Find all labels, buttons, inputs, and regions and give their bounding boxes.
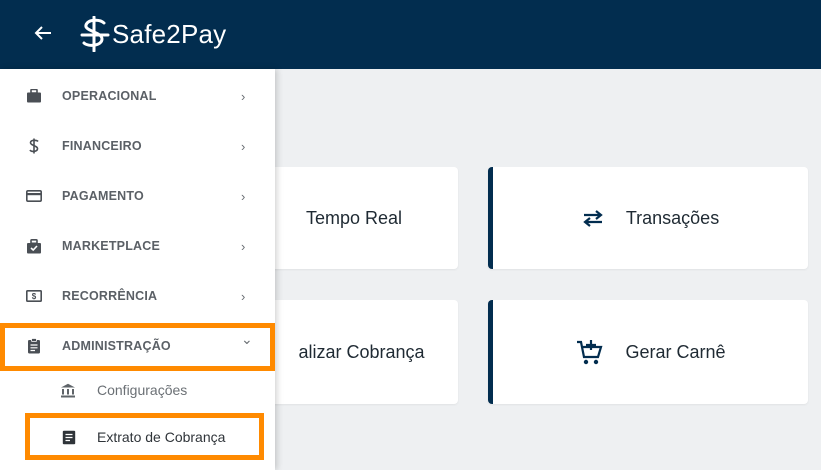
credit-card-icon xyxy=(26,188,42,204)
brand-logo[interactable]: Safe2Pay xyxy=(80,16,226,52)
money-icon: $ xyxy=(26,288,42,304)
chevron-right-icon: › xyxy=(241,188,246,204)
document-icon xyxy=(61,429,77,445)
bank-icon xyxy=(60,382,76,398)
sidebar-item-financeiro[interactable]: FINANCEIRO › xyxy=(0,121,275,171)
sidebar-subitem-configuracoes[interactable]: Configurações xyxy=(0,367,275,413)
sidebar-item-label: MARKETPLACE xyxy=(62,239,161,253)
chevron-right-icon: › xyxy=(241,138,246,154)
card-label: Gerar Carnê xyxy=(625,341,726,362)
svg-text:$: $ xyxy=(32,292,37,301)
clipboard-icon xyxy=(26,338,42,354)
chevron-right-icon: › xyxy=(241,88,246,104)
chevron-right-icon: › xyxy=(241,288,246,304)
sidebar-item-label: PAGAMENTO xyxy=(62,189,144,203)
sidebar-item-pagamento[interactable]: PAGAMENTO › xyxy=(0,171,275,221)
sidebar-item-label: RECORRÊNCIA xyxy=(62,289,158,303)
dollar-icon xyxy=(26,138,42,154)
sidebar-subitem-extrato-de-cobranca[interactable]: Extrato de Cobrança xyxy=(0,414,275,460)
back-button[interactable] xyxy=(28,18,58,48)
add-to-cart-icon xyxy=(575,338,603,366)
sidebar-item-marketplace[interactable]: MARKETPLACE › xyxy=(0,221,275,271)
sidebar-subitem-label: Configurações xyxy=(97,382,188,398)
chevron-right-icon: › xyxy=(241,238,246,254)
card-transacoes[interactable]: Transações xyxy=(488,167,808,269)
sidebar-item-recorrencia[interactable]: $ RECORRÊNCIA › xyxy=(0,271,275,321)
sidebar-item-administracao[interactable]: ADMINISTRAÇÃO ⌄ xyxy=(0,321,275,371)
sidebar-menu: OPERACIONAL › FINANCEIRO › PAGAMENTO › M… xyxy=(0,69,275,470)
arrow-left-icon xyxy=(34,26,51,40)
card-gerar-carne[interactable]: Gerar Carnê xyxy=(488,300,808,404)
brand-name: Safe2Pay xyxy=(112,18,227,49)
card-label: Transações xyxy=(625,207,720,228)
sidebar-item-operacional[interactable]: OPERACIONAL › xyxy=(0,71,275,121)
safe2pay-logo-icon xyxy=(80,16,110,52)
sidebar-item-label: OPERACIONAL xyxy=(62,89,157,103)
chevron-down-icon: ⌄ xyxy=(241,331,253,347)
shop-icon xyxy=(26,238,42,254)
sidebar-subitem-label: Extrato de Cobrança xyxy=(97,429,226,445)
swap-arrows-icon xyxy=(582,209,604,227)
sidebar-item-label: ADMINISTRAÇÃO xyxy=(62,339,171,353)
briefcase-icon xyxy=(26,88,42,104)
top-bar: Safe2Pay xyxy=(0,0,821,69)
card-label: alizar Cobrança xyxy=(298,341,425,362)
sidebar-item-label: FINANCEIRO xyxy=(62,139,142,153)
card-label: Tempo Real xyxy=(305,207,403,228)
